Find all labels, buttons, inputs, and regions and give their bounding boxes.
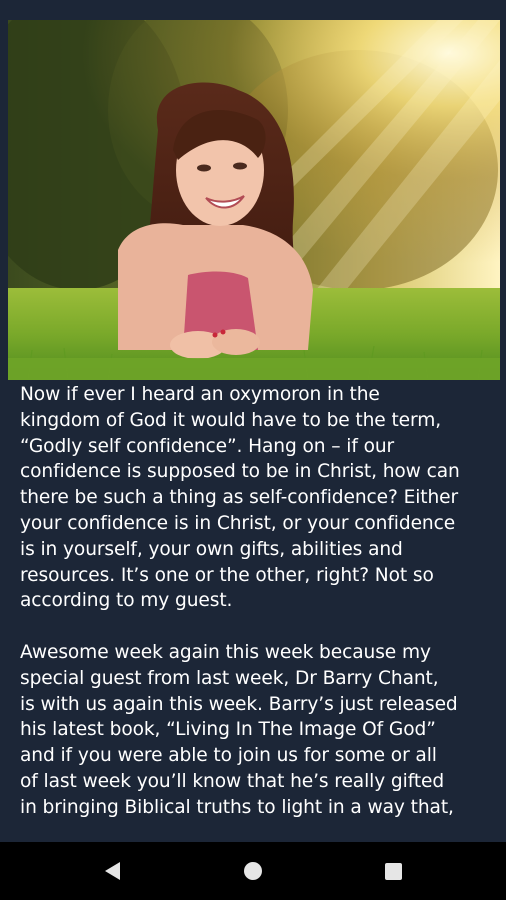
back-triangle-icon <box>104 862 120 880</box>
recents-square-icon <box>384 862 402 880</box>
app-screen: Now if ever I heard an oxymoron in the k… <box>0 0 506 900</box>
hero-image <box>8 20 500 380</box>
home-circle-icon <box>244 862 262 880</box>
article-paragraph-1: Now if ever I heard an oxymoron in the k… <box>20 384 460 612</box>
article-paragraph-2: Awesome week again this week because my … <box>20 641 458 818</box>
system-navigation-bar <box>0 842 506 900</box>
recents-button[interactable] <box>363 842 423 900</box>
home-button[interactable] <box>223 842 283 900</box>
back-button[interactable] <box>82 842 142 900</box>
status-bar <box>0 0 506 20</box>
article-body: Now if ever I heard an oxymoron in the k… <box>20 382 490 832</box>
